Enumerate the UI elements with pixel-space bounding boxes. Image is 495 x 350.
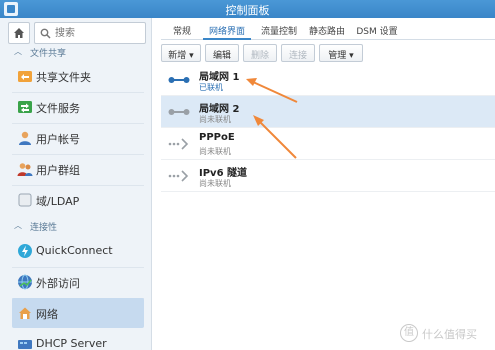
dropdown-arrow-icon: ▾ [349,50,354,61]
window-title: 控制面板 [225,4,270,17]
group-icon [17,163,33,176]
search-icon [40,28,51,39]
shared-folder-icon [18,71,32,82]
chevron-up-icon: ︿ [14,47,22,56]
tab-network-interface[interactable]: 网络界面 [203,21,251,40]
sidebar-item-file-services[interactable]: 文件服务 [12,92,144,122]
pppoe-icon [168,138,189,150]
home-icon [14,28,24,38]
watermark: 值 什么值得买 [400,322,492,344]
section-connectivity[interactable]: ︿ 连接性 [0,219,150,233]
watermark-logo: 值 [400,324,418,342]
tab-dsm-settings[interactable]: DSM 设置 [353,21,401,40]
search-box[interactable] [34,22,146,44]
interface-row-lan1[interactable]: 局域网 1 已联机 [161,64,495,96]
dropdown-arrow-icon: ▾ [189,50,194,61]
manage-button[interactable]: 管理 ▾ [319,44,363,62]
interface-row-pppoe[interactable]: PPPoE 尚未联机 [161,128,495,160]
sidebar-item-domain-ldap[interactable]: 域/LDAP [12,185,144,215]
domain-icon [18,193,32,207]
section-file-sharing[interactable]: ︿ 文件共享 [0,45,150,59]
chevron-up-icon: ︿ [14,221,22,230]
sidebar-item-network[interactable]: 网络 [12,298,144,328]
sidebar-item-user-group[interactable]: 用户群组 [12,154,144,184]
interface-list: 局域网 1 已联机 局域网 2 尚未联机 PPPoE 尚未联机 IPv6 隧道 … [161,64,495,192]
sidebar: ︿ 文件共享 共享文件夹 文件服务 用户帐号 用户群 [0,18,152,350]
dhcp-icon [18,340,32,349]
sidebar-item-dhcp-server[interactable]: DHCP Server [12,329,144,350]
sidebar-top [8,22,148,44]
watermark-text: 什么值得买 [422,328,477,341]
interface-row-lan2[interactable]: 局域网 2 尚未联机 [161,96,495,128]
user-icon [19,131,31,145]
sidebar-item-shared-folder[interactable]: 共享文件夹 [12,61,144,91]
file-services-icon [18,101,32,113]
create-button[interactable]: 新增 ▾ [161,44,201,62]
title-bar: 控制面板 [0,0,495,18]
sidebar-item-quickconnect[interactable]: QuickConnect [12,236,144,266]
tab-general[interactable]: 常规 [167,21,197,40]
edit-button[interactable]: 编辑 [205,44,239,62]
tab-bar: 常规 网络界面 流量控制 静态路由 DSM 设置 [161,18,495,40]
toolbar: 新增 ▾ 编辑 删除 连接 管理 ▾ [161,42,495,64]
tab-static-route[interactable]: 静态路由 [307,21,347,40]
sidebar-item-external-access[interactable]: 外部访问 [12,267,144,297]
network-connected-icon [168,77,190,83]
search-input[interactable] [55,25,143,41]
delete-button[interactable]: 删除 [243,44,277,62]
ipv6-tunnel-icon [168,170,189,182]
sidebar-item-user-account[interactable]: 用户帐号 [12,123,144,153]
tab-traffic-control[interactable]: 流量控制 [257,21,301,40]
interface-row-ipv6-tunnel[interactable]: IPv6 隧道 尚未联机 [161,160,495,192]
quickconnect-icon [18,244,32,258]
network-icon [19,307,31,319]
connect-button[interactable]: 连接 [281,44,315,62]
network-disconnected-icon [168,109,190,115]
home-button[interactable] [8,22,30,44]
external-access-icon [18,274,32,290]
